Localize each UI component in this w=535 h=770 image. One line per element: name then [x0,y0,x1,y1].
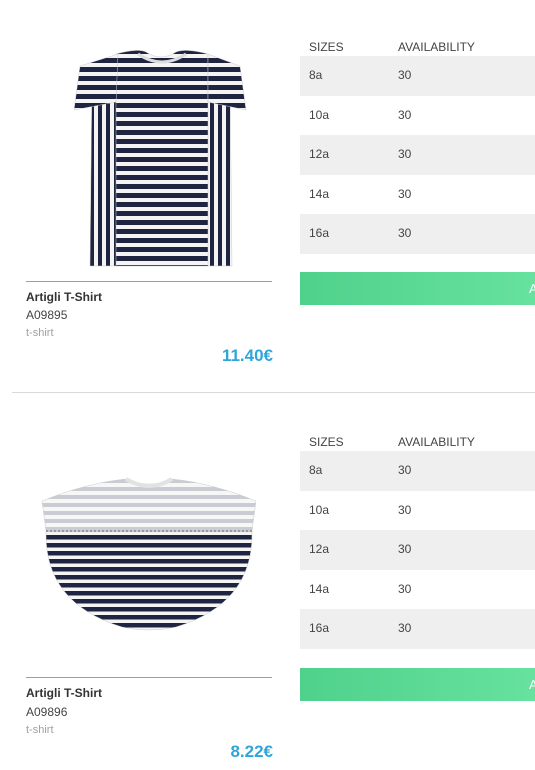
sizes-header: SIZES [309,40,344,54]
availability-header: AVAILABILITY [398,40,475,54]
product-price: 11.40€ [221,346,273,365]
size-cell: 14a [309,581,330,596]
size-cell: 12a [309,147,330,161]
table-row: 12a 30 [300,135,535,175]
product-code: A09895 [26,308,68,322]
info-divider [26,677,272,678]
availability-cell: 30 [398,226,412,240]
product-category: t-shirt [26,724,54,736]
product-image-dress[interactable] [26,40,272,272]
table-header: SIZES AVAILABILITY [300,36,535,56]
add-to-cart-button[interactable]: A [300,272,535,305]
product-code: A09896 [26,705,68,719]
availability-cell: 30 [398,542,412,556]
availability-cell: 30 [398,68,412,82]
table-row: 8a 30 [300,56,535,96]
size-cell: 12a [309,542,330,556]
sizes-availability-table: SIZES AVAILABILITY 8a 30 10a 30 12a 30 1… [300,36,535,254]
table-row: 12a 30 [300,530,535,570]
availability-cell: 30 [398,186,412,201]
add-to-cart-button[interactable]: A [300,668,535,701]
table-row: 16a 30 [300,214,535,254]
add-button-label: A [529,677,535,692]
sizes-header: SIZES [309,435,344,449]
product-name[interactable]: Artigli T-Shirt [26,686,102,700]
info-divider [26,281,272,282]
product-price: 8.22€ [230,742,273,761]
size-cell: 16a [309,621,330,635]
size-cell: 14a [309,186,330,201]
product-card: Artigli T-Shirt A09896 t-shirt 8.22€ SIZ… [0,393,535,770]
product-image-top[interactable] [26,463,272,633]
sizes-availability-table: SIZES AVAILABILITY 8a 30 10a 30 12a 30 1… [300,431,535,649]
table-row: 10a 30 [300,491,535,531]
table-row: 16a 30 [300,609,535,649]
table-row: 10a 30 [300,96,535,136]
table-row: 8a 30 [300,451,535,491]
size-cell: 8a [309,68,323,82]
availability-header: AVAILABILITY [398,435,475,449]
availability-cell: 30 [398,107,412,122]
availability-cell: 30 [398,621,412,635]
size-cell: 10a [309,107,330,122]
size-cell: 8a [309,463,323,477]
size-cell: 16a [309,226,330,240]
table-row: 14a 30 [300,175,535,215]
table-row: 14a 30 [300,570,535,610]
table-header: SIZES AVAILABILITY [300,431,535,451]
size-cell: 10a [309,502,330,517]
add-button-label: A [529,281,535,296]
availability-cell: 30 [398,581,412,596]
product-name[interactable]: Artigli T-Shirt [26,290,102,304]
availability-cell: 30 [398,147,412,161]
availability-cell: 30 [398,463,412,477]
product-card: Artigli T-Shirt A09895 t-shirt 11.40€ SI… [0,0,535,392]
availability-cell: 30 [398,502,412,517]
striped-dress-image [73,50,247,267]
product-category: t-shirt [26,327,54,339]
striped-top-image [41,477,257,631]
